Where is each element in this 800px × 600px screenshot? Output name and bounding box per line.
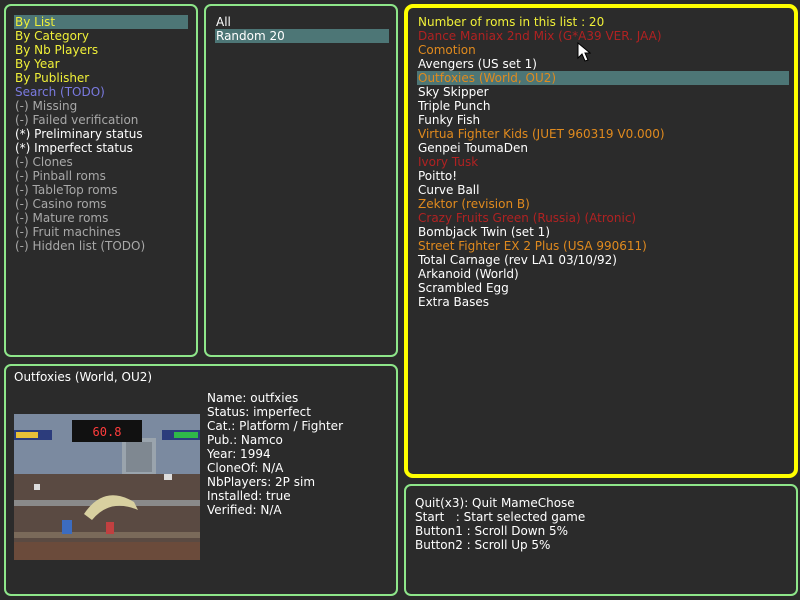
help-line: Quit(x3): Quit MameChose bbox=[415, 496, 575, 510]
rom-item-dance-maniax-2nd-mix-g-a39-ver-jaa[interactable]: Dance Maniax 2nd Mix (G*A39 VER. JAA) bbox=[417, 29, 789, 43]
filter-panel: By List By Category By Nb Players By Year By… bbox=[4, 4, 198, 357]
rom-item-zektor-revision-b[interactable]: Zektor (revision B) bbox=[417, 197, 789, 211]
filter-list: By List By Category By Nb Players By Year By… bbox=[14, 15, 188, 253]
rom-item-genpei-toumaden[interactable]: Genpei ToumaDen bbox=[417, 141, 789, 155]
game-snapshot-image: 60.8 bbox=[14, 414, 200, 560]
list-selector: All Random 20 bbox=[215, 15, 389, 43]
filter-item-fruit-machines[interactable]: (-) Fruit machines bbox=[14, 225, 188, 239]
filter-item-by-list[interactable]: By List bbox=[14, 15, 188, 29]
filter-item-casino-roms[interactable]: (-) Casino roms bbox=[14, 197, 188, 211]
rom-item-poitto[interactable]: Poitto! bbox=[417, 169, 789, 183]
help-lines: Quit(x3): Quit MameChose Start : Start se… bbox=[415, 496, 585, 552]
rom-item-outfoxies-world-ou2[interactable]: Outfoxies (World, OU2) bbox=[417, 71, 789, 85]
help-panel: Quit(x3): Quit MameChose Start : Start se… bbox=[404, 484, 798, 596]
rom-item-triple-punch[interactable]: Triple Punch bbox=[417, 99, 789, 113]
info-field: Name: outfxies bbox=[207, 391, 299, 405]
rom-item-crazy-fruits-green-russia-atronic[interactable]: Crazy Fruits Green (Russia) (Atronic) bbox=[417, 211, 789, 225]
rom-item-sky-skipper[interactable]: Sky Skipper bbox=[417, 85, 789, 99]
info-field: Installed: true bbox=[207, 489, 291, 503]
info-field: Verified: N/A bbox=[207, 503, 282, 517]
filter-item-clones[interactable]: (-) Clones bbox=[14, 155, 188, 169]
info-field: Cat.: Platform / Fighter bbox=[207, 419, 343, 433]
info-field: NbPlayers: 2P sim bbox=[207, 475, 316, 489]
rom-item-total-carnage-rev-la1-03-10-92[interactable]: Total Carnage (rev LA1 03/10/92) bbox=[417, 253, 789, 267]
rom-item-avengers-us-set-1[interactable]: Avengers (US set 1) bbox=[417, 57, 789, 71]
filter-item-mature-roms[interactable]: (-) Mature roms bbox=[14, 211, 188, 225]
info-field: Pub.: Namco bbox=[207, 433, 283, 447]
filter-item-failed-verification[interactable]: (-) Failed verification bbox=[14, 113, 188, 127]
rom-item-extra-bases[interactable]: Extra Bases bbox=[417, 295, 789, 309]
info-field: Status: imperfect bbox=[207, 405, 311, 419]
snapshot-timer: 60.8 bbox=[93, 425, 122, 439]
filter-item-by-year[interactable]: By Year bbox=[14, 57, 188, 71]
help-line: Start : Start selected game bbox=[415, 510, 586, 524]
rom-item-virtua-fighter-kids-juet-960319-v0-000[interactable]: Virtua Fighter Kids (JUET 960319 V0.000) bbox=[417, 127, 789, 141]
filter-item-preliminary-status[interactable]: (*) Preliminary status bbox=[14, 127, 188, 141]
filter-item-pinball-roms[interactable]: (-) Pinball roms bbox=[14, 169, 188, 183]
info-field: Year: 1994 bbox=[207, 447, 271, 461]
mouse-pointer-icon bbox=[577, 42, 591, 62]
filter-item-missing[interactable]: (-) Missing bbox=[14, 99, 188, 113]
game-info-fields: Name: outfxies Status: imperfect Cat.: Pla… bbox=[207, 391, 343, 517]
rom-item-ivory-tusk[interactable]: Ivory Tusk bbox=[417, 155, 789, 169]
rom-item-street-fighter-ex-2-plus-usa-990611[interactable]: Street Fighter EX 2 Plus (USA 990611) bbox=[417, 239, 789, 253]
help-line: Button1 : Scroll Down 5% bbox=[415, 524, 569, 538]
filter-item-by-nb-players[interactable]: By Nb Players bbox=[14, 43, 188, 57]
rom-count-header: Number of roms in this list : 20 bbox=[418, 15, 605, 29]
filter-item-hidden-list-todo[interactable]: (-) Hidden list (TODO) bbox=[14, 239, 188, 253]
rom-item-scrambled-egg[interactable]: Scrambled Egg bbox=[417, 281, 789, 295]
filter-item-search-todo[interactable]: Search (TODO) bbox=[14, 85, 188, 99]
info-field: CloneOf: N/A bbox=[207, 461, 284, 475]
rom-item-curve-ball[interactable]: Curve Ball bbox=[417, 183, 789, 197]
rom-item-bombjack-twin-set-1[interactable]: Bombjack Twin (set 1) bbox=[417, 225, 789, 239]
filter-item-tabletop-roms[interactable]: (-) TableTop roms bbox=[14, 183, 188, 197]
filter-item-by-category[interactable]: By Category bbox=[14, 29, 188, 43]
rom-list-panel: Number of roms in this list : 20 Dance M… bbox=[404, 4, 798, 478]
rom-item-comotion[interactable]: Comotion bbox=[417, 43, 789, 57]
game-info-panel: Outfoxies (World, OU2) 60.8 Name: outfxi… bbox=[4, 364, 398, 596]
list-selector-panel: All Random 20 bbox=[204, 4, 398, 357]
filter-item-imperfect-status[interactable]: (*) Imperfect status bbox=[14, 141, 188, 155]
rom-list: Number of roms in this list : 20 Dance M… bbox=[417, 15, 789, 309]
rom-item-funky-fish[interactable]: Funky Fish bbox=[417, 113, 789, 127]
game-snapshot: 60.8 bbox=[14, 414, 200, 560]
list-item-random-20[interactable]: Random 20 bbox=[215, 29, 389, 43]
list-item-all[interactable]: All bbox=[215, 15, 389, 29]
game-title: Outfoxies (World, OU2) bbox=[14, 370, 153, 384]
rom-item-arkanoid-world[interactable]: Arkanoid (World) bbox=[417, 267, 789, 281]
help-line: Button2 : Scroll Up 5% bbox=[415, 538, 551, 552]
filter-item-by-publisher[interactable]: By Publisher bbox=[14, 71, 188, 85]
